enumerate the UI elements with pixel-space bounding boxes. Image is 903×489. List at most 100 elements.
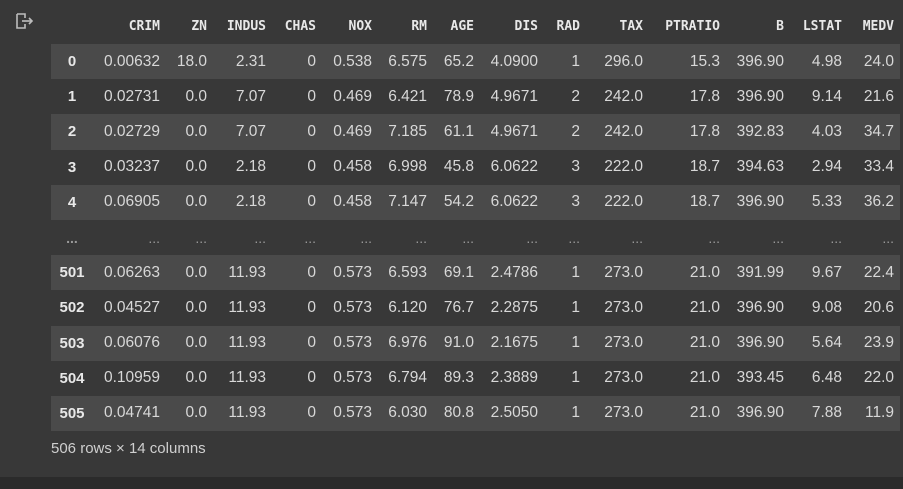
table-row: 502 0.04527 0.0 11.93 0 0.573 6.120 76.7 2.2875 1… <box>51 290 900 326</box>
table-cell: ... <box>830 229 842 246</box>
table-cell: 23.9 <box>863 334 894 352</box>
table-cell: 21.0 <box>689 298 720 316</box>
table-cell: 5.33 <box>811 193 842 211</box>
table-cell: 36.2 <box>863 193 894 211</box>
table-cell: 91.0 <box>443 334 474 352</box>
row-index: 505 <box>59 404 85 422</box>
column-header: DIS <box>514 19 538 34</box>
table-cell: 5.64 <box>811 334 842 352</box>
table-cell: 2.94 <box>811 158 842 176</box>
table-cell: 0.06263 <box>103 263 160 281</box>
table-cell: 393.45 <box>736 369 784 387</box>
table-cell: 0.573 <box>333 263 372 281</box>
table-cell: 11.9 <box>864 404 894 422</box>
table-cell: 2.18 <box>235 158 266 176</box>
table-cell: 222.0 <box>604 193 643 211</box>
table-cell: 2 <box>571 87 580 105</box>
table-row: 504 0.10959 0.0 11.93 0 0.573 6.794 89.3 2.3889 1… <box>51 360 900 396</box>
table-cell: 6.030 <box>388 404 427 422</box>
table-cell: 2.4786 <box>490 263 538 281</box>
table-cell: 0 <box>307 87 316 105</box>
table-cell: 1 <box>571 52 580 70</box>
table-cell: 7.147 <box>388 193 427 211</box>
table-cell: 273.0 <box>604 369 643 387</box>
table-row: 4 0.06905 0.0 2.18 0 0.458 7.147 54.2 6.0622 3 222… <box>51 184 900 220</box>
cell-bottom-border <box>0 477 903 489</box>
table-cell: 11.93 <box>228 263 266 281</box>
table-cell: 21.0 <box>689 334 720 352</box>
table-cell: 6.998 <box>388 158 427 176</box>
table-cell: 0.0 <box>185 158 207 176</box>
table-cell: 9.08 <box>811 298 842 316</box>
column-header: NOX <box>348 19 372 34</box>
table-cell: 6.976 <box>388 334 427 352</box>
table-cell: 0.0 <box>185 334 207 352</box>
table-cell: 396.90 <box>736 193 784 211</box>
table-ellipsis-row: ........................................… <box>51 219 900 256</box>
table-cell: 21.0 <box>689 369 720 387</box>
output-redirect-icon[interactable] <box>14 12 36 32</box>
table-cell: 17.8 <box>689 122 720 140</box>
table-cell: 396.90 <box>736 298 784 316</box>
table-cell: 80.8 <box>443 404 474 422</box>
table-cell: 0 <box>307 298 316 316</box>
table-cell: ... <box>526 229 538 246</box>
table-cell: 0.573 <box>333 369 372 387</box>
table-cell: 78.9 <box>443 87 474 105</box>
table-cell: 0.573 <box>333 298 372 316</box>
table-cell: 1 <box>571 334 580 352</box>
table-cell: 0.458 <box>333 193 372 211</box>
table-cell: 1 <box>571 263 580 281</box>
table-cell: ... <box>631 229 643 246</box>
table-cell: ... <box>254 229 266 246</box>
table-row: 2 0.02729 0.0 7.07 0 0.469 7.185 61.1 4.9671 2 242… <box>51 114 900 150</box>
table-cell: 22.4 <box>863 263 894 281</box>
table-cell: 2.2875 <box>490 298 538 316</box>
row-index: 2 <box>67 123 77 141</box>
table-cell: 0.00632 <box>103 52 160 70</box>
table-body: 0 0.00632 18.0 2.31 0 0.538 6.575 65.2 4.0900 1 29… <box>51 44 900 432</box>
table-row: 503 0.06076 0.0 11.93 0 0.573 6.976 91.0 2.1675 1… <box>51 325 900 361</box>
table-cell: 6.0622 <box>490 158 538 176</box>
table-cell: 0 <box>307 369 316 387</box>
table-cell: 242.0 <box>604 87 643 105</box>
table-cell: 392.83 <box>736 122 784 140</box>
table-cell: 33.4 <box>863 158 894 176</box>
table-cell: 34.7 <box>863 122 894 140</box>
table-cell: 21.6 <box>863 87 894 105</box>
table-cell: 394.63 <box>736 158 784 176</box>
row-index: 501 <box>59 264 85 282</box>
table-cell: 273.0 <box>604 334 643 352</box>
table-cell: 15.3 <box>689 52 720 70</box>
table-cell: 4.98 <box>811 52 842 70</box>
table-cell: 6.48 <box>811 369 842 387</box>
table-cell: 391.99 <box>736 263 784 281</box>
table-cell: 18.7 <box>689 193 720 211</box>
table-cell: 1 <box>571 404 580 422</box>
table-cell: 61.1 <box>443 122 474 140</box>
table-cell: 21.0 <box>689 404 720 422</box>
table-cell: 7.07 <box>235 87 266 105</box>
table-cell: 0.0 <box>185 193 207 211</box>
row-index: 504 <box>59 369 85 387</box>
table-cell: 1 <box>571 369 580 387</box>
table-cell: 11.93 <box>228 369 266 387</box>
table-cell: 0 <box>307 263 316 281</box>
table-cell: 0 <box>307 52 316 70</box>
table-cell: 6.421 <box>388 87 427 105</box>
table-cell: 1 <box>571 298 580 316</box>
index-header <box>51 9 93 44</box>
table-cell: 2.3889 <box>490 369 538 387</box>
column-header: LSTAT <box>802 19 842 34</box>
table-cell: ... <box>304 229 316 246</box>
table-cell: 4.9671 <box>490 87 538 105</box>
row-index: 1 <box>67 88 77 106</box>
table-cell: ... <box>882 229 894 246</box>
table-cell: 20.6 <box>863 298 894 316</box>
table-footer-summary: 506 rows × 14 columns <box>51 440 206 457</box>
table-cell: 396.90 <box>736 404 784 422</box>
table-cell: 6.120 <box>388 298 427 316</box>
table-cell: ... <box>415 229 427 246</box>
table-cell: 0.458 <box>333 158 372 176</box>
table-cell: 4.03 <box>811 122 842 140</box>
